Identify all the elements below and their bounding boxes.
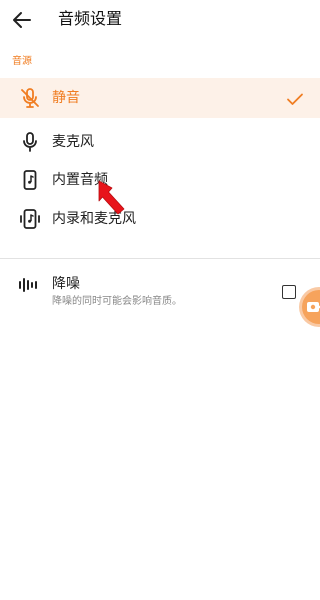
phone-mic-icon (20, 209, 40, 229)
source-option-microphone[interactable]: 麦克风 (0, 122, 320, 162)
divider (0, 258, 320, 259)
source-option-label: 麦克风 (52, 134, 94, 150)
source-option-internal-and-mic[interactable]: 内录和麦克风 (0, 199, 320, 239)
pointer-arrow-icon (98, 180, 125, 215)
source-option-label: 静音 (52, 90, 80, 106)
mic-icon (23, 132, 37, 152)
source-option-mute[interactable]: 静音 (0, 78, 320, 118)
app-bar: 音频设置 (0, 0, 320, 40)
mic-off-icon (21, 88, 39, 108)
page-title: 音频设置 (58, 9, 123, 28)
audio-settings-screen: 音频设置 音源 静音 麦克风 内置音频 内录和麦克风 降噪 降噪的同时可能会影响… (0, 0, 320, 600)
checkmark-icon (287, 93, 303, 105)
section-label-audio-source: 音源 (12, 56, 32, 67)
video-camera-icon (307, 302, 320, 312)
back-button[interactable] (10, 8, 34, 32)
source-option-internal-audio[interactable]: 内置音频 (0, 160, 320, 200)
noise-reduction-checkbox[interactable] (282, 285, 296, 299)
waveform-icon (19, 278, 37, 292)
noise-reduction-title: 降噪 (52, 276, 80, 292)
noise-reduction-description: 降噪的同时可能会影响音质。 (52, 296, 182, 307)
arrow-left-icon (13, 12, 31, 28)
noise-reduction-row[interactable]: 降噪 降噪的同时可能会影响音质。 (0, 270, 320, 314)
phone-music-icon (23, 170, 37, 190)
